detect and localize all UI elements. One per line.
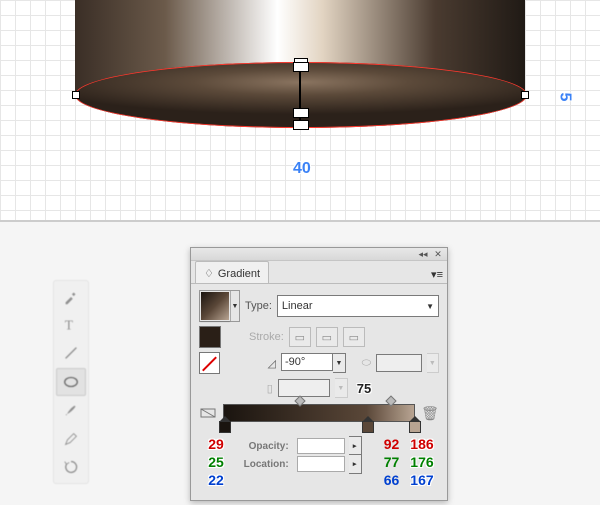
page-root: 40 5 T ◂◂ ✕ xyxy=(0,0,600,505)
type-label: Type: xyxy=(245,300,272,312)
pencil-tool[interactable] xyxy=(57,426,85,452)
gradient-annotator-stop[interactable] xyxy=(293,108,309,118)
aspect-ratio-input xyxy=(376,354,422,372)
angle-input[interactable]: -90° xyxy=(281,353,333,371)
rgb-right-g: 176 xyxy=(407,454,437,474)
pencil-icon xyxy=(62,430,80,448)
rgb-annotations: 29 Opacity: ▸ 92 186 25 Location: ▸ xyxy=(199,436,439,492)
svg-text:T: T xyxy=(65,318,74,333)
angle-icon: ◿ xyxy=(268,357,276,370)
paintbrush-tool[interactable] xyxy=(57,398,85,424)
dimension-width-label: 40 xyxy=(293,160,311,178)
gradient-annotator-end[interactable] xyxy=(293,120,309,130)
tab-gradient[interactable]: ♢ Gradient xyxy=(195,261,269,283)
opacity-dropdown[interactable]: ▸ xyxy=(349,436,362,456)
location-input[interactable] xyxy=(297,456,345,472)
rgb-right-r: 186 xyxy=(407,436,437,456)
midpoint-input-disabled xyxy=(278,379,330,397)
rgb-left-r: 29 xyxy=(201,436,231,456)
aspect-ratio-icon: ⬭ xyxy=(362,357,371,370)
gradient-stop-mid[interactable] xyxy=(362,421,372,431)
gradient-panel: ◂◂ ✕ ♢ Gradient ▾≡ ▼ Type: xyxy=(190,247,448,501)
opacity-input[interactable] xyxy=(297,438,345,454)
gradient-swatch-dropdown[interactable]: ▼ xyxy=(230,291,239,321)
panel-menu-icon[interactable]: ▾≡ xyxy=(431,268,443,281)
gradient-type-value: Linear xyxy=(282,300,313,312)
reverse-gradient-icon xyxy=(200,406,216,420)
panel-close-icon[interactable]: ✕ xyxy=(432,249,444,259)
dimension-height-label: 5 xyxy=(555,93,573,102)
rgb-left-b: 22 xyxy=(201,472,231,492)
gradient-fill-swatch[interactable] xyxy=(200,291,230,321)
reverse-gradient-button[interactable] xyxy=(199,404,217,422)
ellipse-tool[interactable] xyxy=(56,368,86,396)
anchor-point-right[interactable] xyxy=(521,91,529,99)
panel-tabs: ♢ Gradient ▾≡ xyxy=(191,261,447,284)
type-icon: T xyxy=(62,316,80,334)
panel-body: ▼ Type: Linear ▼ Stroke: ▭ ▭ ▭ xyxy=(191,284,447,500)
angle-dropdown[interactable]: ▼ xyxy=(333,353,346,373)
location-label: Location: xyxy=(239,459,289,470)
stroke-color-swatch[interactable] xyxy=(199,326,221,348)
midpoint-annotation: 75 xyxy=(357,381,371,396)
trash-icon: 🗑 xyxy=(421,405,439,422)
delete-stop-button[interactable]: 🗑 xyxy=(421,404,439,422)
tab-gradient-label: Gradient xyxy=(218,268,260,280)
brush-icon xyxy=(62,402,80,420)
artboard-canvas[interactable]: 40 5 xyxy=(0,0,600,222)
gradient-ramp[interactable] xyxy=(223,404,415,422)
ellipse-icon xyxy=(62,373,80,391)
rgb-mid-b: 66 xyxy=(369,472,399,492)
panel-collapse-icon[interactable]: ◂◂ xyxy=(417,249,429,259)
rgb-right-b: 167 xyxy=(407,472,437,492)
stroke-along-button[interactable]: ▭ xyxy=(316,327,338,347)
chevron-down-icon: ▼ xyxy=(426,302,434,311)
rgb-mid-r: 92 xyxy=(369,436,399,456)
gradient-stop-right[interactable] xyxy=(409,421,419,431)
stroke-across-button[interactable]: ▭ xyxy=(343,327,365,347)
line-icon xyxy=(62,344,80,362)
eyedropper-icon xyxy=(62,288,80,306)
aspect-dropdown: ▼ xyxy=(427,353,439,373)
opacity-label: Opacity: xyxy=(239,441,289,452)
gradient-annotator[interactable] xyxy=(296,62,304,128)
gradient-annotator-stop[interactable] xyxy=(293,62,309,72)
rotate-tool[interactable] xyxy=(57,454,85,480)
panel-header[interactable]: ◂◂ ✕ xyxy=(191,248,447,261)
anchor-point-left[interactable] xyxy=(72,91,80,99)
line-segment-tool[interactable] xyxy=(57,340,85,366)
stroke-label: Stroke: xyxy=(249,331,284,343)
tool-palette: T xyxy=(53,280,89,484)
stroke-within-button[interactable]: ▭ xyxy=(289,327,311,347)
type-tool[interactable]: T xyxy=(57,312,85,338)
tab-gradient-icon: ♢ xyxy=(204,267,214,280)
eyedropper-tool[interactable] xyxy=(57,284,85,310)
no-fill-swatch[interactable] xyxy=(199,352,220,374)
gradient-preview-icon xyxy=(201,292,229,320)
rotate-icon xyxy=(62,458,80,476)
midpoint-dropdown: ▼ xyxy=(335,378,348,398)
rgb-mid-g: 77 xyxy=(369,454,399,474)
gradient-type-select[interactable]: Linear ▼ xyxy=(277,295,439,317)
link-icon: ▯ xyxy=(267,382,273,395)
location-dropdown[interactable]: ▸ xyxy=(349,454,362,474)
angle-value: -90° xyxy=(285,356,305,368)
rgb-left-g: 25 xyxy=(201,454,231,474)
gradient-stop-left[interactable] xyxy=(219,421,229,431)
